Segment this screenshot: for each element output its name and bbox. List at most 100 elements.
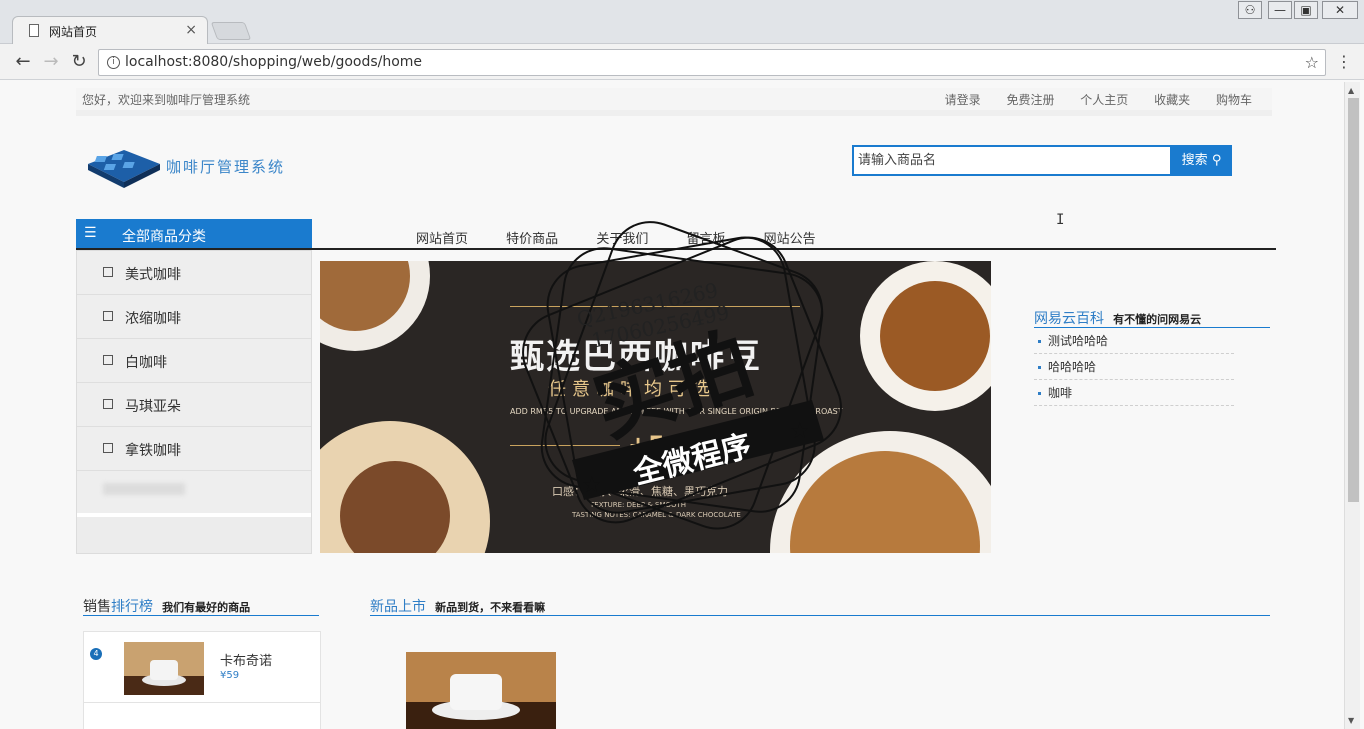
new-tab-button[interactable]	[210, 22, 252, 40]
minimize-button[interactable]: —	[1268, 1, 1292, 19]
cart-link[interactable]: 购物车	[1216, 93, 1252, 107]
favorites-link[interactable]: 收藏夹	[1154, 93, 1190, 107]
all-categories-header[interactable]: ☰ 全部商品分类	[76, 219, 312, 250]
nav-about[interactable]: 关于我们	[596, 232, 648, 247]
welcome-text: 您好，欢迎来到咖啡厅管理系统	[82, 93, 251, 107]
category-label: 美式咖啡	[125, 267, 181, 283]
product-name[interactable]: 卡布奇诺	[220, 650, 272, 669]
category-item[interactable]: 白咖啡	[77, 339, 311, 383]
bullet-icon	[1038, 340, 1041, 343]
banner-rule	[660, 445, 800, 446]
reload-icon[interactable]: ↻	[68, 51, 90, 73]
search-button[interactable]: 搜索 ⚲	[1171, 145, 1232, 176]
sales-header: 销售排行榜 我们有最好的商品	[83, 596, 319, 616]
close-window-button[interactable]: ✕	[1322, 1, 1358, 19]
banner-english: ADD RMB5 TO UPGRADE ANY COFFEE WITH OUR …	[510, 407, 843, 416]
new-arrivals-subtitle: 新品到货，不来看看嘛	[435, 601, 546, 614]
main-nav: 网站首页 特价商品 关于我们 留言板 网站公告	[416, 228, 850, 247]
search-icon: ⚲	[1211, 153, 1222, 168]
wiki-item-label: 哈哈哈哈	[1048, 360, 1097, 374]
logo-text[interactable]: 咖啡厅管理系统	[166, 156, 285, 177]
search-button-label: 搜索	[1181, 153, 1208, 168]
banner-title: 甄选巴西咖啡豆	[510, 337, 762, 377]
bullet-icon	[1038, 366, 1041, 369]
wiki-item-label: 测试哈哈哈	[1048, 334, 1109, 348]
category-icon	[103, 267, 113, 277]
banner-rmb: RMB	[628, 461, 644, 469]
register-link[interactable]: 免费注册	[1006, 93, 1054, 107]
banner-rule	[510, 306, 800, 307]
wiki-title: 网易云百科	[1034, 311, 1104, 327]
wiki-item-label: 咖啡	[1048, 386, 1073, 400]
search-input[interactable]: 请输入商品名	[852, 145, 1172, 176]
category-footer	[77, 513, 311, 553]
scrollbar-thumb[interactable]	[1348, 98, 1359, 502]
url-text[interactable]: localhost:8080/shopping/web/goods/home	[125, 54, 422, 70]
product-image[interactable]	[124, 642, 204, 695]
category-label: 白咖啡	[125, 355, 167, 371]
list-icon: ☰	[84, 225, 97, 241]
all-categories-label: 全部商品分类	[122, 229, 206, 245]
new-arrivals-title: 新品上市	[370, 599, 426, 615]
banner-subtitle: 任意咖啡均可选	[548, 379, 716, 400]
login-link[interactable]: 请登录	[945, 93, 981, 107]
banner-notes: TASTING NOTES: CARAMEL & DARK CHOCOLATE	[572, 511, 741, 519]
forward-arrow-icon[interactable]: →	[40, 51, 62, 73]
tab-title: 网站首页	[49, 25, 98, 39]
category-item[interactable]: 拿铁咖啡	[77, 427, 311, 471]
wiki-panel: 网易云百科 有不懂的问网易云 测试哈哈哈 哈哈哈哈 咖啡	[1034, 308, 1270, 406]
profile-link[interactable]: 个人主页	[1080, 93, 1128, 107]
sales-title-a: 销售	[83, 599, 111, 615]
bullet-icon	[1038, 392, 1041, 395]
category-item[interactable]: 美式咖啡	[77, 251, 311, 295]
category-icon	[103, 443, 113, 453]
page-scrollbar[interactable]: ▲ ▼	[1344, 82, 1360, 729]
wiki-item[interactable]: 测试哈哈哈	[1034, 328, 1234, 354]
product-price: ¥59	[220, 670, 240, 681]
category-icon	[103, 399, 113, 409]
sales-subtitle: 我们有最好的商品	[162, 601, 251, 614]
banner-rule	[510, 445, 620, 446]
wiki-item[interactable]: 哈哈哈哈	[1034, 354, 1234, 380]
sales-title-b: 排行榜	[111, 599, 153, 615]
menu-kebab-icon[interactable]: ⋮	[1336, 52, 1352, 71]
rank-badge: 4	[90, 648, 102, 660]
maximize-button[interactable]: ▣	[1294, 1, 1318, 19]
scroll-down-icon[interactable]: ▼	[1348, 716, 1354, 725]
nav-specials[interactable]: 特价商品	[506, 232, 558, 247]
text-cursor-icon: I	[1056, 212, 1065, 228]
info-icon[interactable]: i	[107, 56, 120, 69]
category-list: 美式咖啡 浓缩咖啡 白咖啡 马琪亚朵 拿铁咖啡	[76, 250, 312, 554]
scroll-up-icon[interactable]: ▲	[1348, 86, 1354, 95]
new-arrivals-header: 新品上市 新品到货，不来看看嘛	[370, 596, 1270, 616]
category-icon	[103, 311, 113, 321]
blurred-category	[103, 483, 185, 495]
site-logo-icon[interactable]	[84, 142, 162, 190]
category-item[interactable]: 浓缩咖啡	[77, 295, 311, 339]
sales-item-card[interactable]	[83, 702, 321, 729]
browser-toolbar: ← → ↻ i localhost:8080/shopping/web/good…	[0, 44, 1364, 80]
bookmark-star-icon[interactable]: ☆	[1305, 53, 1319, 72]
promo-banner[interactable]: 甄选巴西咖啡豆 任意咖啡均可选 ADD RMB5 TO UPGRADE ANY …	[320, 261, 991, 553]
coffee-image	[880, 281, 990, 391]
address-bar[interactable]: i localhost:8080/shopping/web/goods/home…	[98, 49, 1326, 76]
top-links: 请登录 免费注册 个人主页 收藏夹 购物车	[923, 91, 1252, 108]
new-arrivals: 新品上市 新品到货，不来看看嘛	[370, 596, 1270, 616]
web-page: 您好，欢迎来到咖啡厅管理系统 请登录 免费注册 个人主页 收藏夹 购物车 咖啡厅…	[4, 82, 1344, 729]
wiki-item[interactable]: 咖啡	[1034, 380, 1234, 406]
nav-guestbook[interactable]: 留言板	[686, 232, 725, 247]
tab-close-icon[interactable]: ×	[185, 22, 197, 38]
sales-ranking: 销售排行榜 我们有最好的商品	[83, 596, 319, 616]
nav-home[interactable]: 网站首页	[416, 232, 468, 247]
nav-announcements[interactable]: 网站公告	[764, 232, 816, 247]
browser-tab[interactable]: 网站首页 ×	[12, 16, 208, 44]
category-label: 浓缩咖啡	[125, 311, 181, 327]
category-item[interactable]: 马琪亚朵	[77, 383, 311, 427]
banner-plus: +5	[628, 431, 665, 459]
browser-tabstrip: 网站首页 × ⚇ — ▣ ✕	[0, 0, 1364, 44]
back-arrow-icon[interactable]: ←	[12, 51, 34, 73]
user-icon[interactable]: ⚇	[1238, 1, 1262, 19]
wiki-subtitle: 有不懂的问网易云	[1113, 313, 1202, 326]
banner-taste: 口感：香醇、柔滑、焦糖、黑巧克力	[552, 485, 728, 498]
new-product-image[interactable]	[406, 652, 556, 729]
